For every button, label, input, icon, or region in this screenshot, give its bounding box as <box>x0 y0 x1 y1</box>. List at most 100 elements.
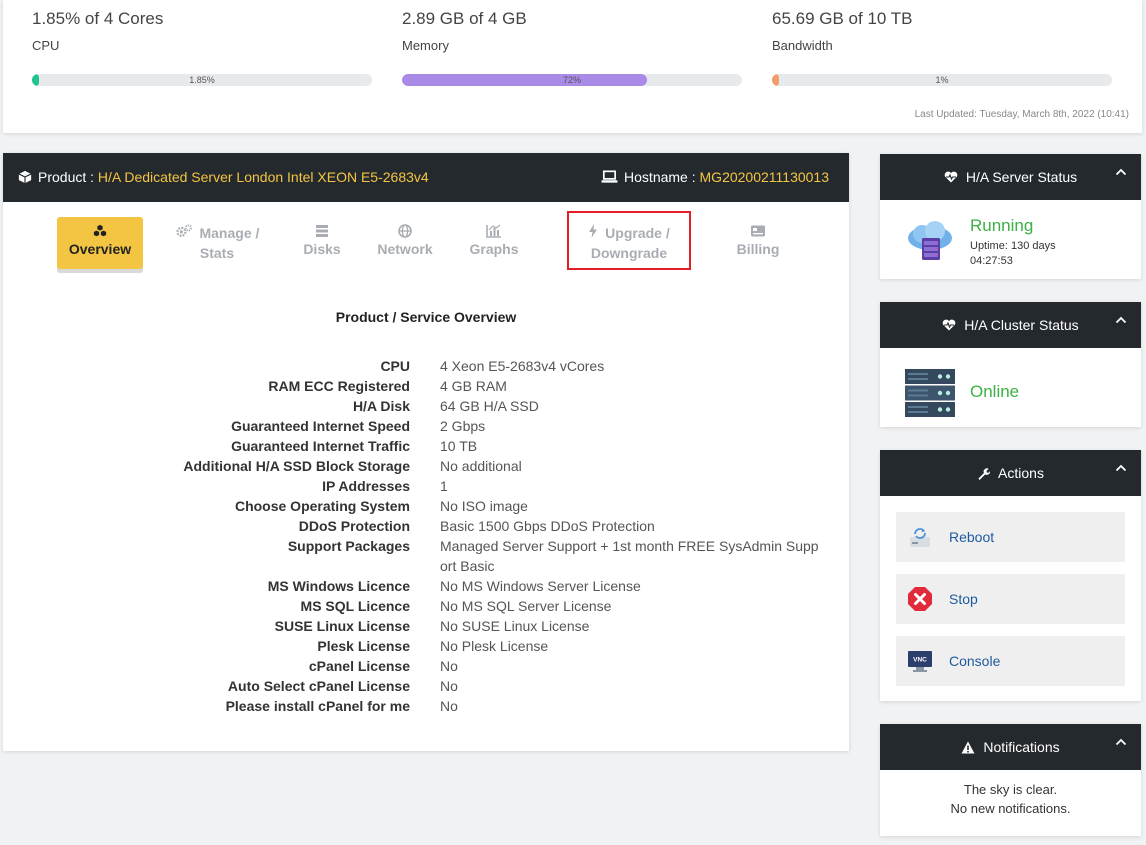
product-title: Product : H/A Dedicated Server London In… <box>18 169 429 185</box>
detail-label: H/A Disk <box>352 398 410 414</box>
detail-label: IP Addresses <box>322 478 410 494</box>
hostname-label: Hostname : <box>624 169 700 185</box>
database-icon <box>293 223 351 239</box>
tab-disks-label: Disks <box>303 241 341 257</box>
detail-row: CPU 4 Xeon E5-2683v4 vCores <box>3 356 849 376</box>
detail-value: Managed Server Support + 1st month FREE … <box>440 538 819 574</box>
cpu-usage-bar-text: 1.85% <box>189 75 215 85</box>
cluster-status-body: Online <box>880 348 1141 428</box>
product-tabs: Overview Manage / Stats Disks Network Gr… <box>3 217 849 277</box>
detail-value: No <box>440 698 458 714</box>
detail-row: IP Addresses 1 <box>3 476 849 496</box>
server-status-body: Running Uptime: 130 days 04:27:53 <box>880 200 1141 280</box>
detail-row: Guaranteed Internet Speed 2 Gbps <box>3 416 849 436</box>
wrench-icon <box>977 467 991 480</box>
tab-network[interactable]: Network <box>371 217 439 269</box>
warning-icon <box>961 741 975 754</box>
hostname: Hostname : MG20200211130013 <box>601 169 829 185</box>
tab-overview[interactable]: Overview <box>57 217 143 269</box>
memory-usage-bar: 72% <box>402 74 742 86</box>
detail-value: 4 Xeon E5-2683v4 vCores <box>440 358 605 374</box>
detail-label: MS Windows Licence <box>267 578 410 594</box>
reboot-label: Reboot <box>949 529 995 545</box>
detail-row: Additional H/A SSD Block Storage No addit… <box>3 456 849 476</box>
detail-value: 4 GB RAM <box>440 378 507 394</box>
actions-panel: Actions Reboot Stop VNC Console <box>880 450 1141 701</box>
reboot-button[interactable]: Reboot <box>896 512 1125 562</box>
detail-value: No additional <box>440 458 522 474</box>
detail-value: 64 GB H/A SSD <box>440 398 539 414</box>
detail-label: Guaranteed Internet Speed <box>231 418 410 434</box>
detail-label: RAM ECC Registered <box>268 378 410 394</box>
upgrade-tab-highlight <box>567 211 691 270</box>
cluster-status-title: H/A Cluster Status <box>964 317 1079 333</box>
chevron-up-icon[interactable] <box>1115 168 1127 176</box>
notifications-panel: Notifications The sky is clear. No new n… <box>880 724 1141 836</box>
detail-label: Guaranteed Internet Traffic <box>231 438 410 454</box>
detail-row: DDoS Protection Basic 1500 Gbps DDoS Prot… <box>3 516 849 536</box>
actions-title: Actions <box>998 465 1044 481</box>
chart-icon <box>463 223 525 239</box>
console-button[interactable]: VNC Console <box>896 636 1125 686</box>
detail-label: MS SQL Licence <box>300 598 410 614</box>
tab-disks[interactable]: Disks <box>293 217 351 269</box>
detail-value: No MS Windows Server License <box>440 578 641 594</box>
cluster-status-panel: H/A Cluster Status Online <box>880 302 1141 427</box>
detail-row: H/A Disk 64 GB H/A SSD <box>3 396 849 416</box>
detail-value: No Plesk License <box>440 638 549 654</box>
console-label: Console <box>949 653 1001 669</box>
bandwidth-usage-bar: 1% <box>772 74 1112 86</box>
tab-network-label: Network <box>377 241 433 257</box>
last-updated: Last Updated: Tuesday, March 8th, 2022 (… <box>914 109 1129 120</box>
tab-manage-stats[interactable]: Manage / Stats <box>169 217 265 269</box>
detail-label: Auto Select cPanel License <box>227 678 410 694</box>
tab-graphs[interactable]: Graphs <box>463 217 525 269</box>
cluster-status-text: Online <box>970 382 1020 401</box>
tab-billing[interactable]: Billing <box>729 217 787 269</box>
notifications-line-2: No new notifications. <box>950 801 1071 816</box>
notifications-line-1: The sky is clear. <box>963 782 1058 797</box>
cpu-usage-label: CPU <box>32 38 60 53</box>
detail-label: CPU <box>380 358 410 374</box>
memory-usage-bar-text: 72% <box>562 75 581 85</box>
cloud-server-icon <box>904 220 956 267</box>
stop-button[interactable]: Stop <box>896 574 1125 624</box>
tab-manage-stats-label: Manage / Stats <box>199 225 260 261</box>
detail-row: SUSE Linux License No SUSE Linux License <box>3 616 849 636</box>
card-icon <box>729 223 787 239</box>
laptop-icon <box>601 170 618 184</box>
detail-row: Guaranteed Internet Traffic 10 TB <box>3 436 849 456</box>
detail-value: 2 Gbps <box>440 418 486 434</box>
detail-row: RAM ECC Registered 4 GB RAM <box>3 376 849 396</box>
tab-overview-label: Overview <box>68 241 132 257</box>
server-status-panel: H/A Server Status Running Uptime: 130 da… <box>880 154 1141 279</box>
stop-label: Stop <box>949 591 978 607</box>
chevron-up-icon[interactable] <box>1115 738 1127 746</box>
actions-header: Actions <box>880 450 1141 496</box>
server-uptime: Uptime: 130 days 04:27:53 <box>970 240 1056 267</box>
heartbeat-icon <box>944 171 958 183</box>
detail-label: Additional H/A SSD Block Storage <box>183 458 410 474</box>
detail-row: Support Packages Managed Server Support +… <box>3 536 849 576</box>
cpu-usage-bar: 1.85% <box>32 74 372 86</box>
bandwidth-usage-label: Bandwidth <box>772 38 833 53</box>
heartbeat-icon <box>942 319 956 331</box>
product-panel: Product : H/A Dedicated Server London In… <box>3 153 849 751</box>
vnc-icon-text: VNC <box>913 657 927 664</box>
section-title: Product / Service Overview <box>335 309 517 325</box>
hostname-value: MG20200211130013 <box>699 169 829 185</box>
chevron-up-icon[interactable] <box>1115 464 1127 472</box>
server-status-header: H/A Server Status <box>880 154 1141 200</box>
memory-usage-value: 2.89 GB of 4 GB <box>402 9 527 28</box>
chevron-up-icon[interactable] <box>1115 316 1127 324</box>
notifications-body: The sky is clear. No new notifications. <box>880 770 1141 818</box>
product-label: Product : <box>38 169 98 185</box>
detail-value: 1 <box>440 478 448 494</box>
product-name: H/A Dedicated Server London Intel XEON E… <box>97 169 429 185</box>
server-status-text: Running <box>970 216 1034 235</box>
detail-value: Basic 1500 Gbps DDoS Protection <box>440 518 655 534</box>
detail-row: Please install cPanel for me No <box>3 696 849 716</box>
detail-value: No <box>440 678 458 694</box>
stop-icon <box>907 586 933 612</box>
detail-value: No MS SQL Server License <box>440 598 612 614</box>
